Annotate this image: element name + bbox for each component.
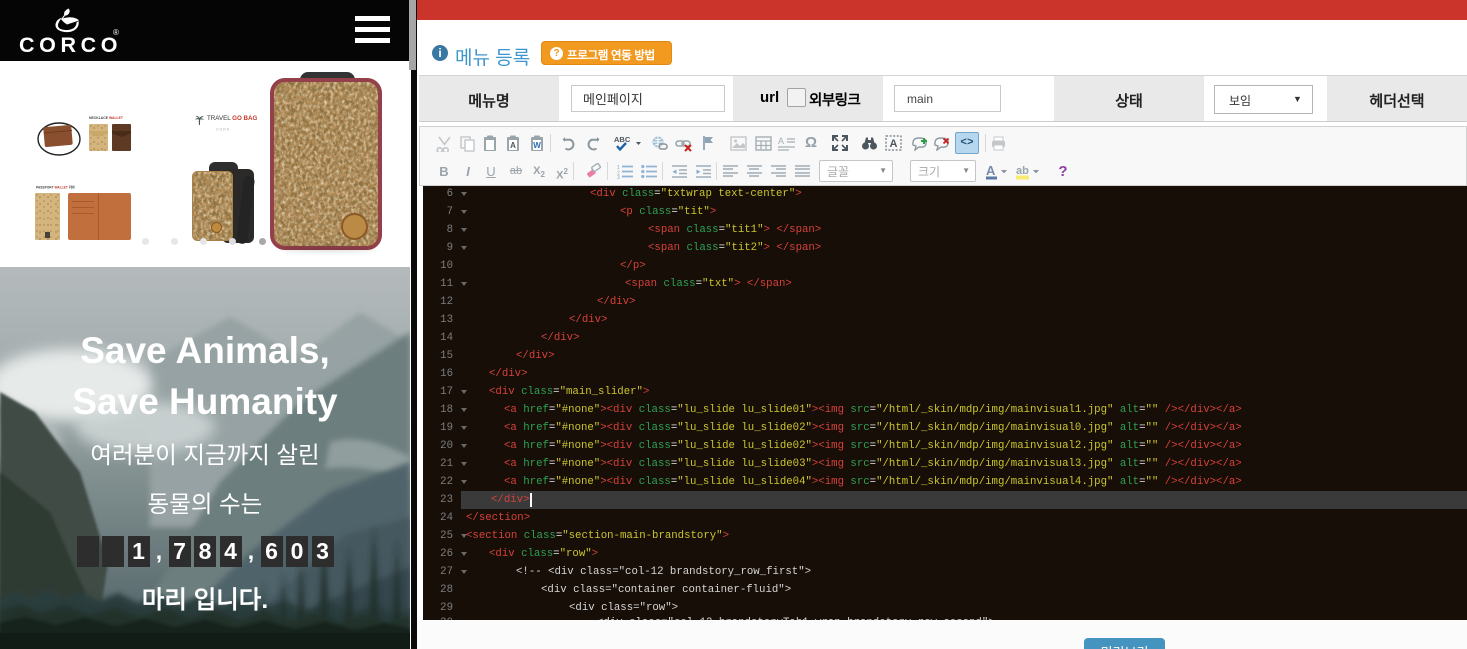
svg-text:A: A — [986, 163, 996, 178]
svg-text:ABC: ABC — [614, 135, 631, 144]
svg-text:W: W — [533, 141, 541, 150]
svg-text:ab: ab — [1016, 165, 1029, 177]
svg-text:A: A — [889, 138, 897, 150]
svg-text:3: 3 — [617, 175, 620, 179]
svg-text:A: A — [778, 136, 784, 146]
svg-text:A: A — [510, 141, 516, 150]
